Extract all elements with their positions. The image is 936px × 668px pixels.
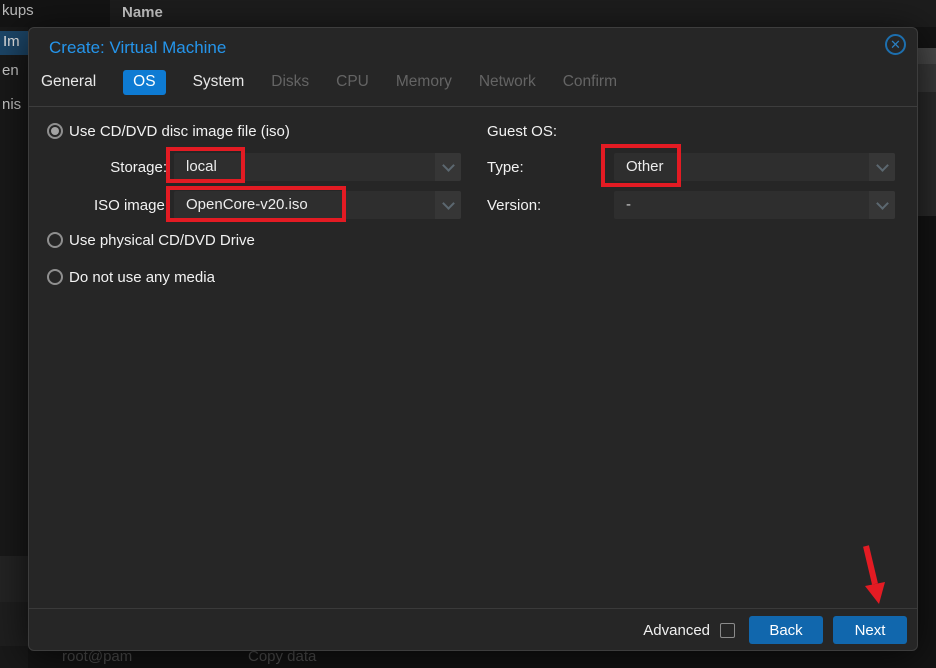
iso-image-value: OpenCore-v20.iso xyxy=(186,196,308,213)
radio-no-media-label: Do not use any media xyxy=(69,269,215,286)
background-column-header-name: Name xyxy=(122,4,163,21)
version-label: Version: xyxy=(487,197,541,214)
iso-image-select[interactable]: OpenCore-v20.iso xyxy=(174,191,461,219)
background-left-fragment xyxy=(0,556,28,602)
tab-system[interactable]: System xyxy=(193,73,245,91)
next-button[interactable]: Next xyxy=(833,616,907,644)
radio-use-iso-label: Use CD/DVD disc image file (iso) xyxy=(69,123,290,140)
guest-os-heading: Guest OS: xyxy=(487,123,557,140)
tab-network: Network xyxy=(479,73,536,91)
iso-image-label: ISO image: xyxy=(29,197,169,214)
background-right-fragment xyxy=(918,64,936,92)
header-separator xyxy=(29,106,917,107)
tab-confirm: Confirm xyxy=(563,73,617,91)
radio-no-media[interactable] xyxy=(47,269,63,285)
tab-os[interactable]: OS xyxy=(123,70,165,95)
version-select[interactable]: - xyxy=(614,191,895,219)
radio-physical-drive-label: Use physical CD/DVD Drive xyxy=(69,232,255,249)
background-table-header xyxy=(110,0,936,27)
create-vm-dialog: Create: Virtual Machine ✕ General OS Sys… xyxy=(28,27,918,651)
radio-physical-drive[interactable] xyxy=(47,232,63,248)
chevron-down-icon[interactable] xyxy=(435,153,461,181)
screen: kups Name Im en nis root@pam Copy data C… xyxy=(0,0,936,668)
back-button[interactable]: Back xyxy=(749,616,823,644)
background-nav-item-selected[interactable]: Im xyxy=(0,31,28,55)
tab-memory: Memory xyxy=(396,73,452,91)
background-right-fragment xyxy=(918,92,936,216)
type-select[interactable]: Other xyxy=(614,153,895,181)
background-sidebar-fragment: kups xyxy=(2,2,34,19)
radio-use-iso[interactable] xyxy=(47,123,63,139)
background-left-fragment xyxy=(0,602,28,646)
wizard-tabbar: General OS System Disks CPU Memory Netwo… xyxy=(41,68,617,96)
dialog-footer: Advanced Back Next xyxy=(29,608,917,651)
chevron-down-icon[interactable] xyxy=(869,191,895,219)
background-right-fragment xyxy=(918,48,936,64)
tab-general[interactable]: General xyxy=(41,73,96,91)
storage-label: Storage: xyxy=(29,159,167,176)
chevron-down-icon[interactable] xyxy=(435,191,461,219)
type-label: Type: xyxy=(487,159,524,176)
storage-select[interactable]: local xyxy=(174,153,461,181)
close-icon[interactable]: ✕ xyxy=(885,34,906,55)
chevron-down-icon[interactable] xyxy=(869,153,895,181)
background-nav-item[interactable]: en xyxy=(2,62,19,79)
advanced-checkbox[interactable] xyxy=(720,623,735,638)
type-value: Other xyxy=(626,158,664,175)
version-value: - xyxy=(626,196,631,213)
dialog-title: Create: Virtual Machine xyxy=(49,38,226,58)
tab-disks: Disks xyxy=(271,73,309,91)
background-nav-item[interactable]: nis xyxy=(2,96,21,113)
advanced-label: Advanced xyxy=(643,622,710,639)
tab-cpu: CPU xyxy=(336,73,369,91)
storage-value: local xyxy=(186,158,217,175)
